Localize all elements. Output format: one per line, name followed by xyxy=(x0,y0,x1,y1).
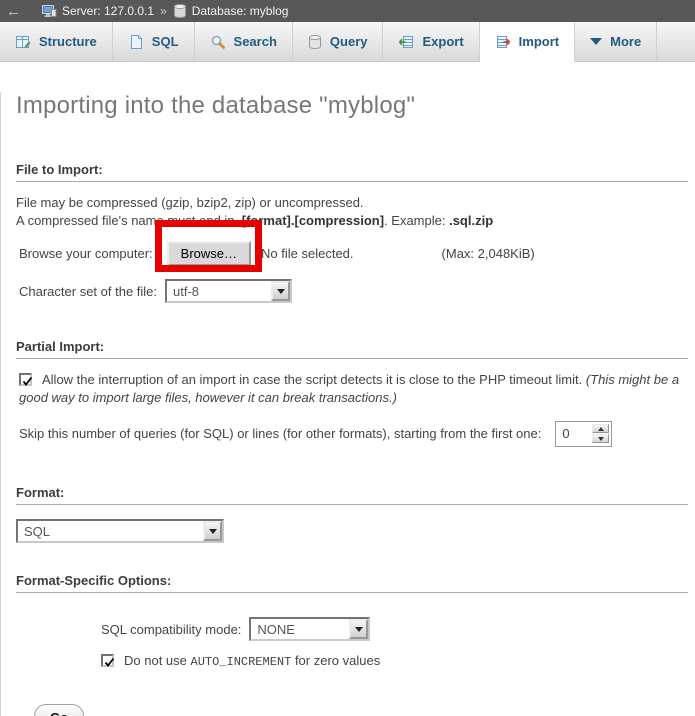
browse-button[interactable]: Browse… xyxy=(167,241,251,266)
tab-import[interactable]: Import xyxy=(480,22,575,62)
skip-queries-label: Skip this number of queries (for SQL) or… xyxy=(19,426,541,441)
breadcrumb-separator: » xyxy=(160,4,167,18)
import-arrow-icon xyxy=(495,34,511,50)
skip-queries-row: Skip this number of queries (for SQL) or… xyxy=(19,420,695,447)
go-button[interactable]: Go xyxy=(34,704,84,716)
section-heading-partial-import: Partial Import: xyxy=(16,339,688,359)
chevron-down-icon xyxy=(590,38,602,45)
section-heading-file-to-import: File to Import: xyxy=(16,162,688,182)
spinner-down-button[interactable] xyxy=(592,434,609,443)
tab-query[interactable]: Query xyxy=(293,22,384,61)
breadcrumb-database[interactable]: Database: myblog xyxy=(173,3,289,19)
page-title: Importing into the database "myblog" xyxy=(16,92,680,120)
dropdown-arrow-icon[interactable] xyxy=(349,619,368,639)
breadcrumb-database-label: Database: myblog xyxy=(192,4,289,18)
import-page: Importing into the database "myblog" Fil… xyxy=(0,92,695,716)
section-heading-format: Format: xyxy=(16,485,688,505)
sql-compat-selected-value: NONE xyxy=(251,619,301,639)
allow-interrupt-checkbox[interactable] xyxy=(19,373,32,386)
sql-compat-row: SQL compatibility mode: NONE xyxy=(101,616,695,642)
format-selected-value: SQL xyxy=(18,521,56,541)
breadcrumb-bar: ← Server: 127.0.0.1 » Database: myblog xyxy=(0,0,695,22)
tab-structure[interactable]: Structure xyxy=(0,22,113,61)
skip-queries-value: 0 xyxy=(558,426,592,441)
auto-increment-label-suffix: for zero values xyxy=(291,653,380,668)
tab-sql[interactable]: SQL xyxy=(113,22,195,61)
max-upload-size: (Max: 2,048KiB) xyxy=(442,246,535,261)
auto-increment-code: AUTO_INCREMENT xyxy=(191,655,292,669)
auto-increment-row: Do not use AUTO_INCREMENT for zero value… xyxy=(101,652,680,671)
auto-increment-label-prefix: Do not use xyxy=(124,653,191,668)
tab-search[interactable]: Search xyxy=(195,22,293,61)
tab-label: SQL xyxy=(152,34,179,49)
format-select[interactable]: SQL xyxy=(16,519,224,543)
dropdown-arrow-icon[interactable] xyxy=(203,521,222,541)
tab-label: Search xyxy=(234,34,277,49)
tab-label: Structure xyxy=(39,34,97,49)
sql-compat-select[interactable]: NONE xyxy=(249,617,370,641)
file-import-description: File may be compressed (gzip, bzip2, zip… xyxy=(16,194,680,230)
breadcrumb-server[interactable]: Server: 127.0.0.1 xyxy=(41,3,154,19)
charset-select[interactable]: utf-8 xyxy=(165,279,292,303)
export-arrow-icon xyxy=(398,34,414,50)
go-row: Go xyxy=(34,704,695,716)
charset-label: Character set of the file: xyxy=(19,284,157,299)
sql-page-icon xyxy=(128,34,144,50)
no-file-selected-text: No file selected. xyxy=(261,246,354,261)
number-spinner xyxy=(592,424,609,443)
skip-queries-input[interactable]: 0 xyxy=(555,421,612,447)
server-icon xyxy=(41,3,57,19)
database-icon xyxy=(173,3,187,19)
auto-increment-checkbox[interactable] xyxy=(101,654,114,667)
tab-label: Import xyxy=(519,34,559,49)
charset-selected-value: utf-8 xyxy=(167,281,205,301)
search-magnifier-icon xyxy=(210,34,226,50)
allow-interrupt-label: Allow the interruption of an import in c… xyxy=(42,372,586,387)
structure-table-icon xyxy=(15,34,31,50)
query-database-icon xyxy=(308,34,322,50)
browse-label: Browse your computer: xyxy=(19,246,153,261)
tab-label: Query xyxy=(330,34,368,49)
spinner-up-button[interactable] xyxy=(592,424,609,433)
tab-label: More xyxy=(610,34,641,49)
section-heading-format-options: Format-Specific Options: xyxy=(16,573,688,593)
charset-row: Character set of the file: utf-8 xyxy=(19,279,695,303)
allow-interrupt-row: Allow the interruption of an import in c… xyxy=(19,371,680,407)
back-arrow-icon[interactable]: ← xyxy=(6,4,21,19)
file-upload-row: Browse your computer: Browse… No file se… xyxy=(19,239,695,267)
sql-compat-label: SQL compatibility mode: xyxy=(101,622,241,637)
tab-label: Export xyxy=(422,34,463,49)
tab-more[interactable]: More xyxy=(575,22,657,61)
dropdown-arrow-icon[interactable] xyxy=(271,281,290,301)
format-row: SQL xyxy=(16,519,695,543)
tab-export[interactable]: Export xyxy=(383,22,479,61)
tab-bar: Structure SQL Search Query xyxy=(0,22,695,62)
breadcrumb-server-label: Server: 127.0.0.1 xyxy=(62,4,154,18)
